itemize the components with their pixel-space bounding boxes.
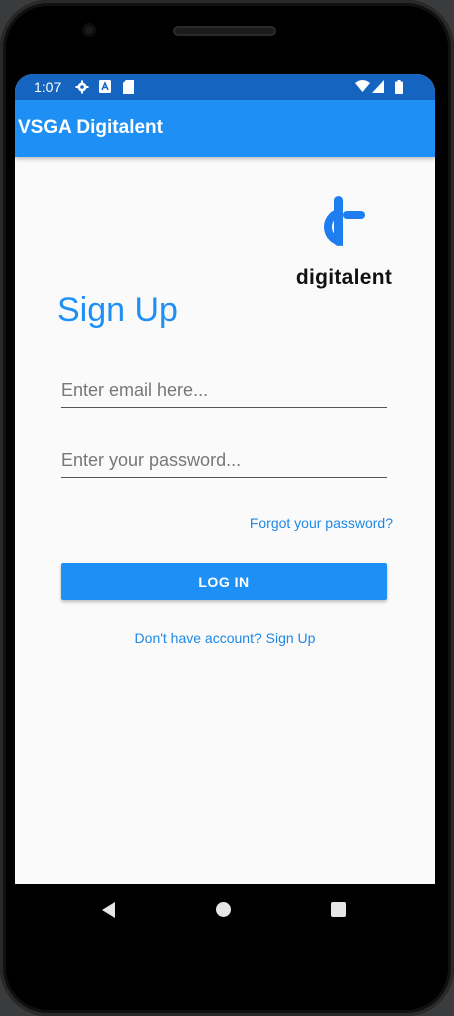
earpiece-speaker bbox=[173, 26, 276, 36]
wifi-icon bbox=[355, 80, 370, 96]
forgot-password-link[interactable]: Forgot your password? bbox=[250, 515, 393, 531]
signal-icon bbox=[372, 80, 384, 96]
page-title: Sign Up bbox=[57, 291, 178, 329]
phone-frame: 1:07 VSGA Digitalent digitalent Sign Up … bbox=[0, 0, 454, 1016]
digitalent-logo: digitalent bbox=[289, 192, 399, 292]
email-field[interactable] bbox=[61, 373, 387, 408]
status-time: 1:07 bbox=[34, 79, 62, 95]
login-button[interactable]: LOG IN bbox=[61, 563, 387, 600]
app-title: VSGA Digitalent bbox=[18, 117, 163, 138]
navigation-bar bbox=[15, 884, 435, 944]
app-bar: VSGA Digitalent bbox=[15, 100, 435, 157]
front-camera bbox=[82, 23, 96, 37]
logo-mark-icon bbox=[324, 196, 365, 246]
recents-icon[interactable] bbox=[331, 902, 346, 917]
status-bar: 1:07 bbox=[15, 74, 435, 100]
password-field[interactable] bbox=[61, 443, 387, 478]
logo-text: digitalent bbox=[295, 266, 393, 289]
home-icon[interactable] bbox=[216, 902, 231, 917]
sd-card-icon bbox=[123, 80, 134, 97]
screen: 1:07 VSGA Digitalent digitalent Sign Up … bbox=[15, 74, 435, 884]
signup-link[interactable]: Don't have account? Sign Up bbox=[15, 630, 435, 646]
gear-icon bbox=[75, 80, 89, 97]
back-icon[interactable] bbox=[102, 902, 115, 918]
battery-icon bbox=[395, 80, 403, 97]
a-icon bbox=[99, 80, 111, 96]
